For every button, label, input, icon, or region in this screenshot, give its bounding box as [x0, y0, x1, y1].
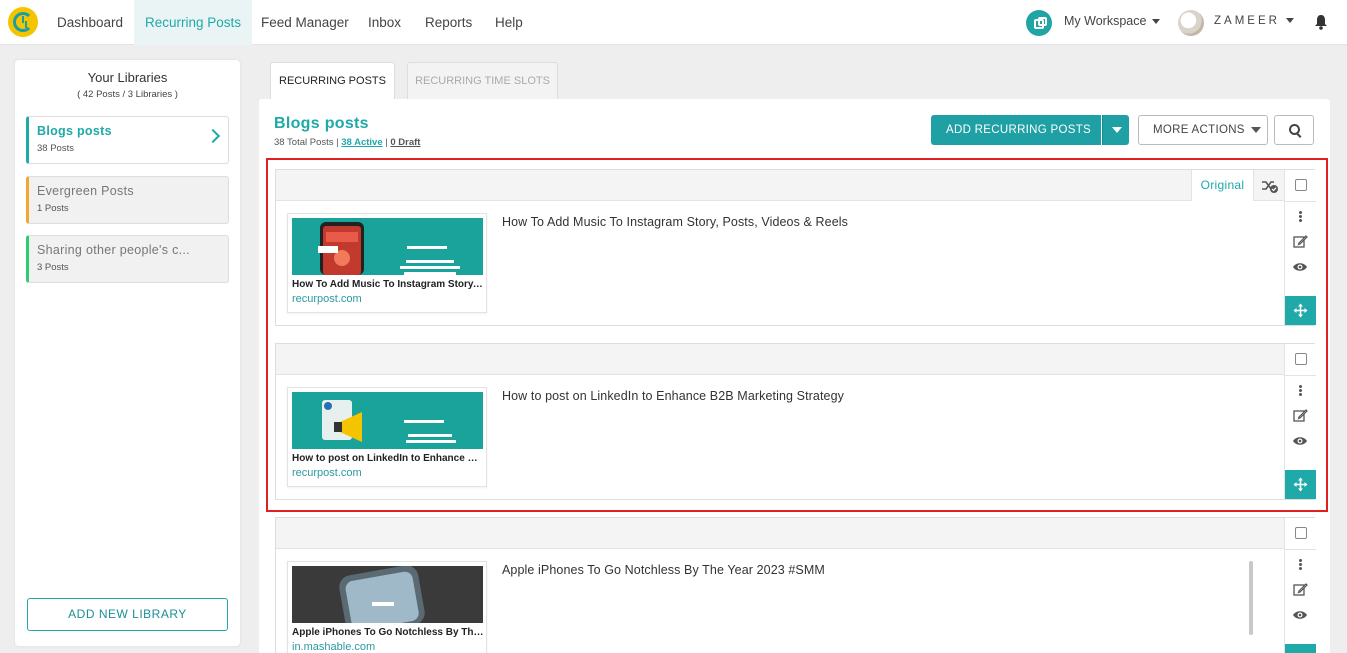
post-actions	[1284, 518, 1316, 653]
total-posts: 38 Total Posts |	[274, 137, 342, 148]
post-header	[276, 518, 1284, 549]
draft-posts-link[interactable]: 0 Draft	[390, 137, 420, 148]
edit-icon[interactable]	[1293, 582, 1308, 597]
tab-recurring-time-slots[interactable]: RECURRING TIME SLOTS	[407, 62, 558, 99]
nav-dashboard[interactable]: Dashboard	[46, 0, 134, 45]
scrollbar[interactable]	[1249, 561, 1253, 635]
add-new-library-button[interactable]: ADD NEW LIBRARY	[27, 598, 228, 631]
nav-reports[interactable]: Reports	[414, 0, 483, 45]
library-item-evergreen-posts[interactable]: Evergreen Posts 1 Posts	[26, 176, 229, 224]
preview-title: Apple iPhones To Go Notchless By The Yea…	[292, 627, 484, 638]
tab-recurring-posts[interactable]: RECURRING POSTS	[270, 62, 395, 99]
preview-domain: in.mashable.com	[292, 641, 376, 653]
workspace-icon[interactable]	[1026, 10, 1052, 36]
more-actions-label: MORE ACTIONS	[1153, 124, 1245, 136]
libraries-title: Your Libraries	[87, 70, 168, 85]
nav-help[interactable]: Help	[484, 0, 534, 45]
page-title: Blogs posts	[274, 115, 369, 132]
library-item-sharing-other-peoples[interactable]: Sharing other people's c... 3 Posts	[26, 235, 229, 283]
nav-recurring-posts[interactable]: Recurring Posts	[134, 0, 253, 45]
library-item-blogs-posts[interactable]: Blogs posts 38 Posts	[26, 116, 229, 164]
workspace-dropdown[interactable]: My Workspace	[1064, 14, 1161, 28]
more-actions-button[interactable]: MORE ACTIONS	[1138, 115, 1268, 145]
bell-icon[interactable]	[1314, 14, 1328, 30]
add-recurring-posts-dropdown[interactable]	[1102, 115, 1129, 145]
avatar[interactable]	[1178, 10, 1204, 36]
preview-thumbnail	[292, 566, 483, 623]
library-count: 3 Posts	[37, 262, 69, 273]
chevron-down-icon	[1250, 126, 1261, 133]
divider	[1285, 549, 1316, 550]
eye-icon[interactable]	[1292, 609, 1308, 621]
library-count: 38 Posts	[37, 143, 74, 154]
post-card: Apple iPhones To Go Notchless By The Yea…	[275, 517, 1316, 653]
link-preview[interactable]: Apple iPhones To Go Notchless By The Yea…	[287, 561, 487, 653]
add-recurring-posts-button[interactable]: ADD RECURRING POSTS	[931, 115, 1101, 145]
workspace-label: My Workspace	[1064, 14, 1147, 28]
user-name: ZAMEER	[1214, 15, 1280, 27]
active-posts-link[interactable]: 38 Active	[341, 137, 382, 148]
chevron-right-icon	[205, 128, 221, 144]
more-options-icon[interactable]	[1299, 559, 1302, 562]
chevron-down-icon	[1152, 19, 1161, 25]
recurpost-logo-icon[interactable]	[8, 7, 38, 37]
nav-inbox[interactable]: Inbox	[357, 0, 412, 45]
user-dropdown[interactable]: ZAMEER	[1214, 15, 1294, 27]
search-button[interactable]	[1274, 115, 1314, 145]
libraries-sidebar: Your Libraries ( 42 Posts / 3 Libraries …	[15, 60, 240, 646]
libraries-subtitle: ( 42 Posts / 3 Libraries )	[77, 89, 178, 100]
post-text: Apple iPhones To Go Notchless By The Yea…	[502, 563, 825, 577]
nav-feed-manager[interactable]: Feed Manager	[250, 0, 360, 45]
library-name: Sharing other people's c...	[37, 243, 190, 257]
library-name: Evergreen Posts	[37, 184, 134, 198]
chevron-down-icon	[1285, 18, 1294, 24]
selection-highlight	[266, 158, 1328, 512]
post-counts: 38 Total Posts | 38 Active | 0 Draft	[274, 137, 420, 148]
drag-move-handle[interactable]	[1285, 644, 1316, 653]
top-navbar: Dashboard Recurring Posts Feed Manager I…	[0, 0, 1347, 45]
library-count: 1 Posts	[37, 203, 69, 214]
library-name: Blogs posts	[37, 124, 112, 138]
select-checkbox[interactable]	[1295, 527, 1307, 539]
